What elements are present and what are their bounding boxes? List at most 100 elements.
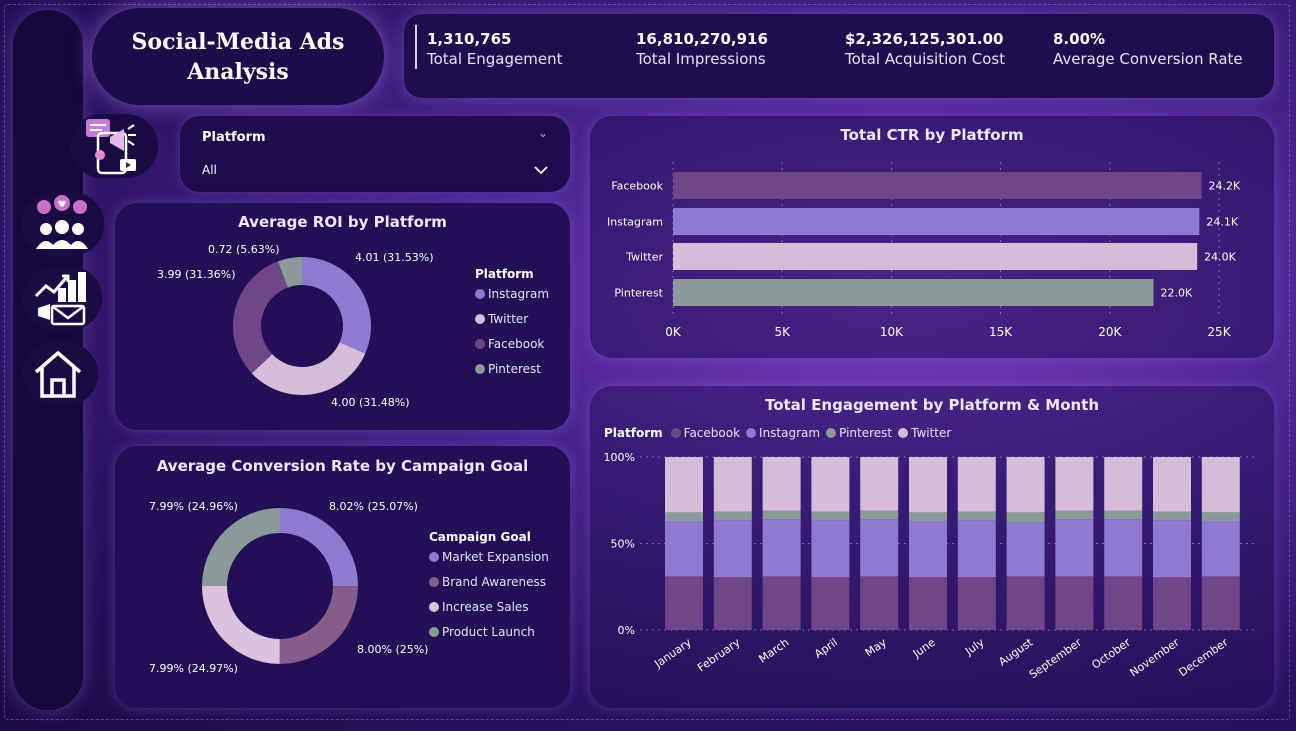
stack-segment-facebook[interactable]	[860, 576, 899, 630]
nav-button-audience[interactable]	[22, 192, 104, 256]
conversion-legend: Campaign Goal Market Expansion Brand Awa…	[429, 530, 549, 644]
kpi-value: 8.00%	[1053, 30, 1106, 48]
stack-segment-facebook[interactable]	[762, 576, 801, 630]
nav-button-performance[interactable]	[22, 266, 102, 330]
legend-item-instagram[interactable]: Instagram	[475, 281, 549, 306]
kpi-bar: 1,310,765 Total Engagement 16,810,270,91…	[404, 14, 1274, 98]
legend-marker	[475, 288, 485, 299]
bar-facebook[interactable]	[673, 172, 1202, 199]
stack-segment-instagram[interactable]	[957, 520, 996, 578]
stack-segment-twitter[interactable]	[1104, 457, 1143, 511]
x-tick-label: May	[863, 636, 889, 660]
stack-segment-facebook[interactable]	[1153, 577, 1191, 630]
x-tick-label: November	[1127, 636, 1182, 680]
chart-title: Average ROI by Platform	[238, 213, 447, 231]
stack-segment-facebook[interactable]	[1055, 576, 1094, 630]
stack-segment-instagram[interactable]	[1104, 519, 1143, 577]
stack-segment-twitter[interactable]	[957, 457, 996, 512]
stack-segment-facebook[interactable]	[1201, 576, 1240, 630]
stack-segment-pinterest[interactable]	[762, 510, 801, 520]
stack-segment-instagram[interactable]	[713, 520, 752, 578]
data-label: 0.72 (5.63%)	[208, 243, 280, 256]
stack-segment-pinterest[interactable]	[1055, 510, 1094, 520]
nav-button-home[interactable]	[22, 342, 98, 406]
stack-segment-twitter[interactable]	[762, 457, 801, 511]
legend-item-pinterest[interactable]: Pinterest	[475, 356, 549, 381]
people-heart-icon	[36, 195, 88, 249]
stack-segment-facebook[interactable]	[713, 577, 752, 630]
stack-segment-facebook[interactable]	[1104, 576, 1143, 630]
bar-pinterest[interactable]	[673, 279, 1154, 306]
chevron-down-icon[interactable]: ⌄	[538, 126, 548, 140]
donut-slice-product-launch[interactable]	[202, 508, 280, 586]
stack-segment-instagram[interactable]	[860, 519, 899, 577]
stack-segment-pinterest[interactable]	[713, 511, 752, 521]
x-tick-label: 15K	[989, 325, 1013, 339]
legend-item-product-launch[interactable]: Product Launch	[429, 619, 549, 644]
kpi-label: Total Impressions	[636, 50, 766, 68]
nav-button-campaigns[interactable]	[70, 114, 158, 178]
stack-segment-twitter[interactable]	[811, 457, 850, 512]
stack-segment-twitter[interactable]	[665, 457, 703, 513]
kpi-total-acquisition-cost: $2,326,125,301.00 Total Acquisition Cost	[845, 29, 1005, 69]
stack-segment-pinterest[interactable]	[665, 512, 703, 522]
stack-segment-twitter[interactable]	[1006, 457, 1045, 513]
stack-segment-twitter[interactable]	[1153, 457, 1191, 512]
legend-item-market-expansion[interactable]: Market Expansion	[429, 544, 549, 569]
stack-segment-twitter[interactable]	[713, 457, 752, 512]
stack-segment-instagram[interactable]	[909, 521, 947, 578]
donut-slice-instagram[interactable]	[302, 257, 371, 354]
stack-segment-instagram[interactable]	[665, 521, 703, 577]
y-category-label: Twitter	[625, 251, 663, 264]
page-title: Social-Media Ads Analysis	[92, 8, 384, 105]
stack-segment-pinterest[interactable]	[1104, 510, 1143, 520]
stack-segment-pinterest[interactable]	[1201, 512, 1240, 522]
bar-twitter[interactable]	[673, 243, 1198, 270]
conversion-by-goal-card: Average Conversion Rate by Campaign Goal…	[115, 446, 570, 708]
kpi-value: $2,326,125,301.00	[845, 30, 1004, 48]
legend-item-facebook[interactable]: Facebook	[475, 331, 549, 356]
stack-segment-instagram[interactable]	[762, 519, 801, 577]
donut-slice-market-expansion[interactable]	[280, 508, 358, 587]
stack-segment-facebook[interactable]	[1006, 576, 1045, 630]
donut-slice-facebook[interactable]	[233, 261, 288, 374]
stack-segment-twitter[interactable]	[909, 457, 947, 513]
donut-slice-brand-awareness[interactable]	[279, 586, 358, 664]
data-label: 22.0K	[1160, 287, 1192, 300]
title-line-1: Social-Media Ads	[131, 28, 345, 55]
legend-item-twitter[interactable]: Twitter	[475, 306, 549, 331]
stack-segment-pinterest[interactable]	[811, 511, 850, 521]
stack-segment-instagram[interactable]	[1055, 519, 1094, 577]
legend-label: Brand Awareness	[442, 574, 546, 589]
platform-dropdown[interactable]: All	[192, 156, 558, 184]
stack-segment-pinterest[interactable]	[1153, 511, 1191, 521]
stack-segment-twitter[interactable]	[1055, 457, 1094, 511]
kpi-label: Average Conversion Rate	[1053, 50, 1243, 68]
stack-segment-pinterest[interactable]	[1006, 512, 1045, 523]
kpi-average-conversion-rate: 8.00% Average Conversion Rate	[1053, 29, 1243, 69]
stack-segment-facebook[interactable]	[957, 577, 996, 630]
bar-instagram[interactable]	[673, 208, 1200, 235]
data-label: 7.99% (24.97%)	[149, 662, 238, 675]
stack-segment-twitter[interactable]	[1201, 457, 1240, 513]
growth-chart-icon	[34, 272, 86, 326]
stack-segment-facebook[interactable]	[665, 576, 703, 630]
stack-segment-instagram[interactable]	[1201, 521, 1240, 577]
donut-slice-increase-sales[interactable]	[202, 585, 280, 664]
stack-segment-instagram[interactable]	[1153, 520, 1191, 578]
stack-segment-instagram[interactable]	[811, 520, 850, 578]
stack-segment-pinterest[interactable]	[860, 510, 899, 520]
y-category-label: Facebook	[611, 180, 663, 193]
legend-item-increase-sales[interactable]: Increase Sales	[429, 594, 549, 619]
stack-segment-facebook[interactable]	[909, 577, 947, 630]
stack-segment-twitter[interactable]	[860, 457, 899, 511]
legend-item-brand-awareness[interactable]: Brand Awareness	[429, 569, 549, 594]
y-tick-label: 50%	[611, 538, 635, 551]
kpi-value: 16,810,270,916	[636, 30, 768, 48]
roi-by-platform-card: Average ROI by Platform 4.01 (31.53%) 4.…	[115, 203, 570, 430]
legend-label: Facebook	[488, 336, 545, 351]
stack-segment-pinterest[interactable]	[909, 512, 947, 522]
stack-segment-facebook[interactable]	[811, 577, 850, 630]
stack-segment-instagram[interactable]	[1006, 522, 1045, 577]
stack-segment-pinterest[interactable]	[957, 511, 996, 521]
